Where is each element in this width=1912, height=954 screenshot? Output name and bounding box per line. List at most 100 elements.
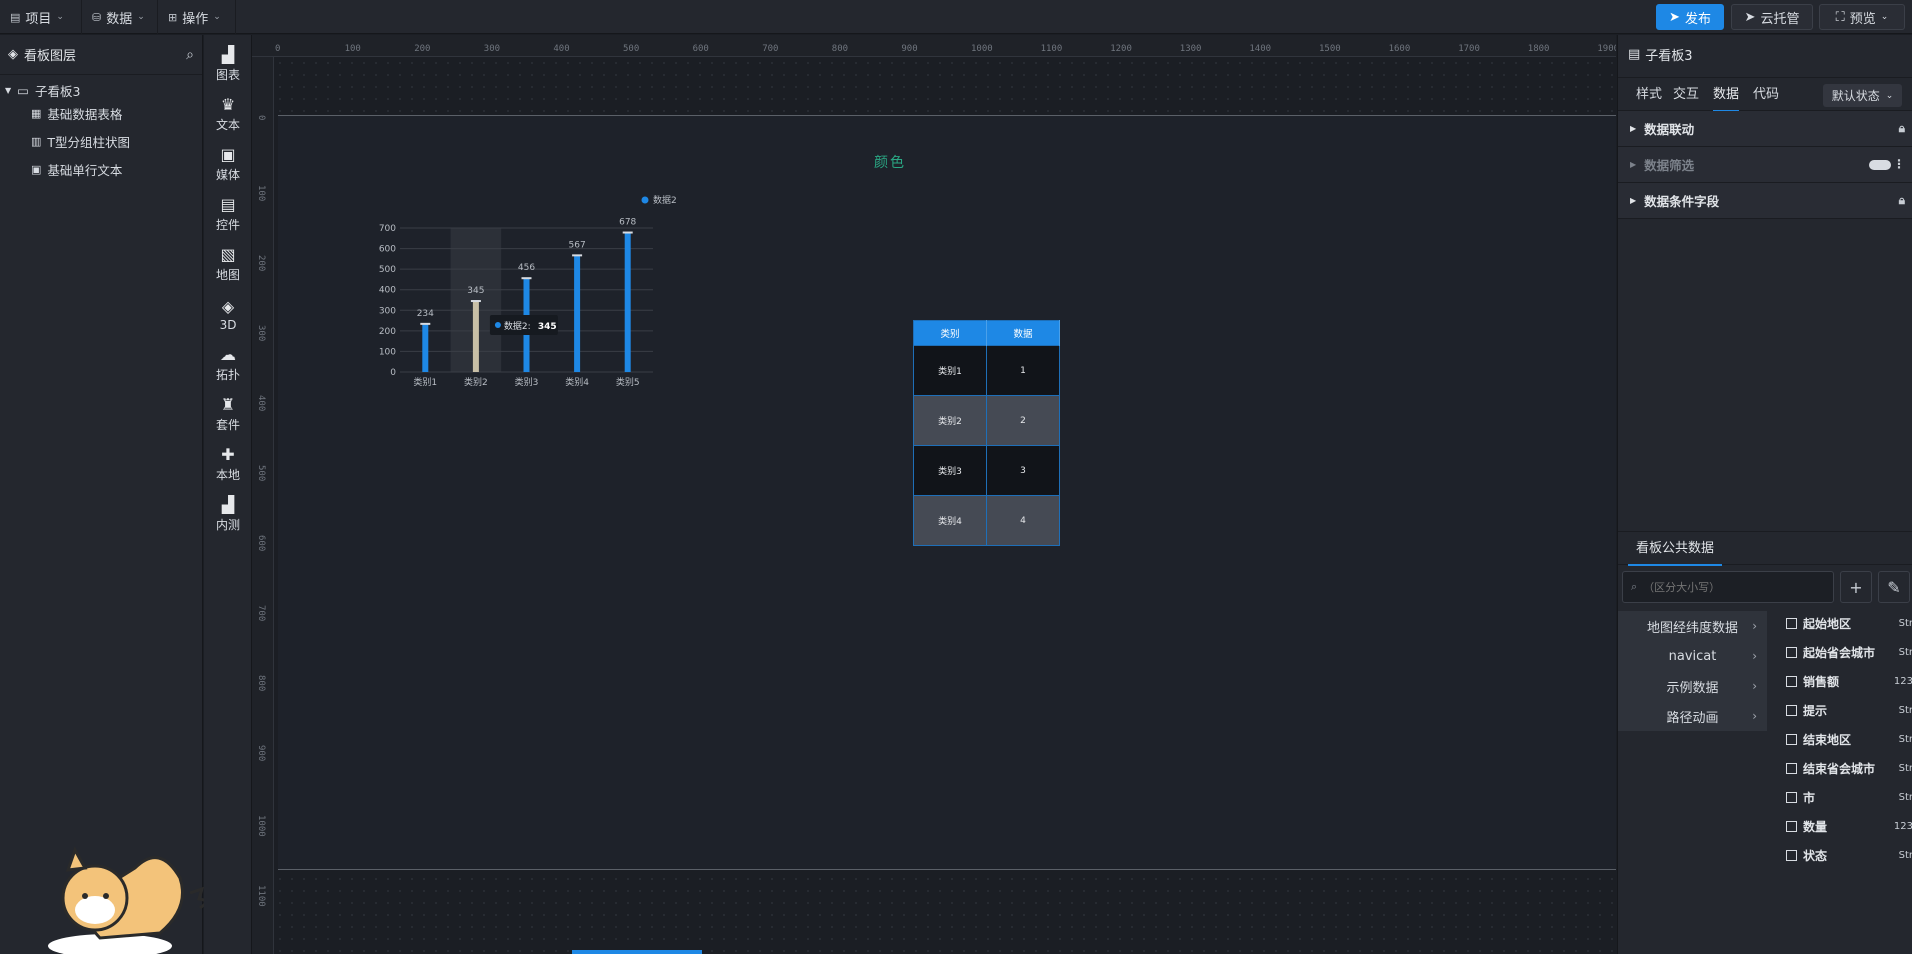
tab-code[interactable]: 代码	[1753, 78, 1779, 112]
table-row: 类别1 1	[913, 345, 1060, 396]
cloud-hosting-button[interactable]: ➤ 云托管	[1731, 4, 1813, 30]
comp-chart[interactable]: ▟ 图表	[204, 40, 252, 90]
field-item[interactable]: 起始地区 Str	[1768, 611, 1912, 635]
checkbox[interactable]	[1786, 675, 1797, 687]
category-item[interactable]: 路径动画 ›	[1618, 701, 1767, 731]
board-icon: ▤	[1628, 47, 1641, 62]
checkbox[interactable]	[1786, 733, 1797, 745]
lock-icon[interactable]: 🔒︎	[1899, 121, 1905, 136]
field-item[interactable]: 起始省会城市 Str	[1768, 640, 1912, 664]
data-label: 345	[467, 286, 484, 296]
comp-topology[interactable]: ☁ 拓扑	[204, 340, 252, 390]
field-label: 状态	[1803, 848, 1828, 863]
field-type: Str	[1898, 733, 1912, 745]
category-item[interactable]: 地图经纬度数据 ›	[1618, 611, 1767, 641]
field-type: Str	[1898, 791, 1912, 803]
board-text-title[interactable]: 颜色	[874, 152, 906, 172]
y-tick-label: 100	[379, 347, 396, 357]
bar-cap	[470, 300, 481, 303]
tab-style[interactable]: 样式	[1636, 78, 1662, 112]
tab-public-data[interactable]: 看板公共数据	[1628, 532, 1723, 566]
category-label: 地图经纬度数据	[1646, 620, 1738, 636]
more-icon[interactable]: ⋮	[1893, 157, 1905, 171]
menu-operate[interactable]: ⊞ 操作 ⌄	[158, 0, 236, 34]
add-button[interactable]: +	[1840, 571, 1872, 603]
edit-button[interactable]: ✎	[1878, 571, 1910, 603]
tab-data[interactable]: 数据	[1713, 78, 1740, 112]
data-label: 678	[619, 218, 636, 228]
comp-map[interactable]: ▧ 地图	[204, 240, 252, 290]
ruler-tick-label: 1400	[1249, 44, 1272, 54]
menu-data[interactable]: ⛁ 数据 ⌄	[82, 0, 158, 34]
y-tick-label: 200	[379, 327, 396, 337]
checkbox[interactable]	[1786, 704, 1797, 716]
media-icon: ▣	[220, 145, 236, 164]
public-data-search-input[interactable]	[1643, 580, 1814, 594]
ruler-tick-label: 300	[483, 44, 501, 54]
lock-icon[interactable]: 🔒︎	[1899, 193, 1905, 208]
category-item[interactable]: 示例数据 ›	[1618, 671, 1767, 701]
search-icon: ⌕	[1631, 580, 1638, 593]
layer-item[interactable]: ▦ 基础数据表格	[31, 101, 122, 125]
tooltip-value: 345	[538, 322, 557, 332]
publish-button[interactable]: ➤ 发布	[1656, 4, 1724, 30]
checkbox[interactable]	[1786, 762, 1797, 774]
comp-beta[interactable]: ▟ 内测	[204, 490, 252, 540]
preview-button[interactable]: ⛶ 预览 ⌄	[1819, 4, 1905, 30]
data-label: 567	[569, 240, 586, 250]
ruler-tick-label: 1000	[971, 44, 993, 54]
public-data-search[interactable]: ⌕	[1622, 571, 1834, 603]
field-item[interactable]: 结束省会城市 Str	[1768, 756, 1912, 780]
field-item[interactable]: 状态 Str	[1768, 843, 1912, 867]
horizontal-scrollbar[interactable]	[572, 950, 702, 954]
layer-item[interactable]: ▣ 基础单行文本	[31, 157, 122, 181]
table-header-category: 类别	[913, 320, 987, 346]
tree-root-item[interactable]: ▼ ▭ 子看板3	[5, 78, 80, 102]
ruler-tick-label: 1900	[1597, 44, 1616, 54]
comp-label: 本地	[215, 468, 240, 482]
app-root: ▤ 项目 ⌄ ⛁ 数据 ⌄ ⊞ 操作 ⌄ ➤ 发布 ➤ 云托管 ⛶ 预览 ⌄ ◈…	[0, 0, 1912, 954]
comp-media[interactable]: ▣ 媒体	[204, 140, 252, 190]
legend-label: 数据2	[653, 194, 677, 206]
ruler-tick-label: 100	[344, 44, 361, 54]
menu-project-label: 项目	[25, 11, 52, 27]
filter-toggle[interactable]	[1869, 160, 1891, 170]
section-condition-fields[interactable]: ▶ 数据条件字段 🔒︎	[1618, 183, 1912, 219]
components-bar: ▟ 图表 ♛ 文本 ▣ 媒体 ▤ 控件 ▧ 地图 ◈ 3D ☁ 拓扑 ♜ 套件 ✚ 本地 ▟ 内测	[204, 35, 252, 954]
ruler-tick-label: 600	[256, 535, 266, 552]
tab-interaction[interactable]: 交互	[1673, 78, 1699, 112]
search-icon[interactable]: ⌕	[186, 47, 194, 63]
table-cell: 3	[986, 445, 1060, 496]
field-item[interactable]: 市 Str	[1768, 785, 1912, 809]
checkbox[interactable]	[1786, 646, 1797, 658]
y-tick-label: 0	[390, 368, 396, 378]
comp-kit[interactable]: ♜ 套件	[204, 390, 252, 440]
y-tick-label: 500	[379, 265, 396, 275]
crown-icon: ♛	[220, 95, 236, 114]
comp-text[interactable]: ♛ 文本	[204, 90, 252, 140]
checkbox[interactable]	[1786, 617, 1797, 629]
menu-project[interactable]: ▤ 项目 ⌄	[0, 0, 82, 34]
comp-control[interactable]: ▤ 控件	[204, 190, 252, 240]
comp-3d[interactable]: ◈ 3D	[204, 290, 252, 340]
panel-tabs: 样式 交互 数据 代码 默认状态 ⌄	[1618, 77, 1912, 112]
bar	[574, 255, 581, 372]
field-item[interactable]: 结束地区 Str	[1768, 727, 1912, 751]
ruler-tick-label: 400	[256, 395, 266, 412]
category-item[interactable]: navicat ›	[1618, 641, 1767, 671]
bar-cap	[420, 322, 431, 325]
checkbox[interactable]	[1786, 849, 1797, 861]
data-table[interactable]: 类别 数据 类别1 1 类别2 2 类别3 3 类别4 4	[913, 320, 1060, 546]
section-data-filter[interactable]: ▶ 数据筛选 ⋮	[1618, 147, 1912, 183]
field-item[interactable]: 销售额 123	[1768, 669, 1912, 693]
state-select[interactable]: 默认状态 ⌄	[1823, 84, 1902, 107]
section-data-linkage[interactable]: ▶ 数据联动 🔒︎	[1618, 111, 1912, 147]
field-item[interactable]: 数量 123	[1768, 814, 1912, 838]
field-item[interactable]: 提示 Str	[1768, 698, 1912, 722]
comp-label: 控件	[215, 218, 240, 232]
grouped-bar-chart[interactable]: 0 100 200 300 400 500 600 700 234 类别1 345 类别2 456 类别3…	[370, 190, 690, 395]
checkbox[interactable]	[1786, 791, 1797, 803]
comp-local[interactable]: ✚ 本地	[204, 440, 252, 490]
checkbox[interactable]	[1786, 820, 1797, 832]
layer-item[interactable]: ▥ T型分组柱状图	[31, 129, 130, 153]
